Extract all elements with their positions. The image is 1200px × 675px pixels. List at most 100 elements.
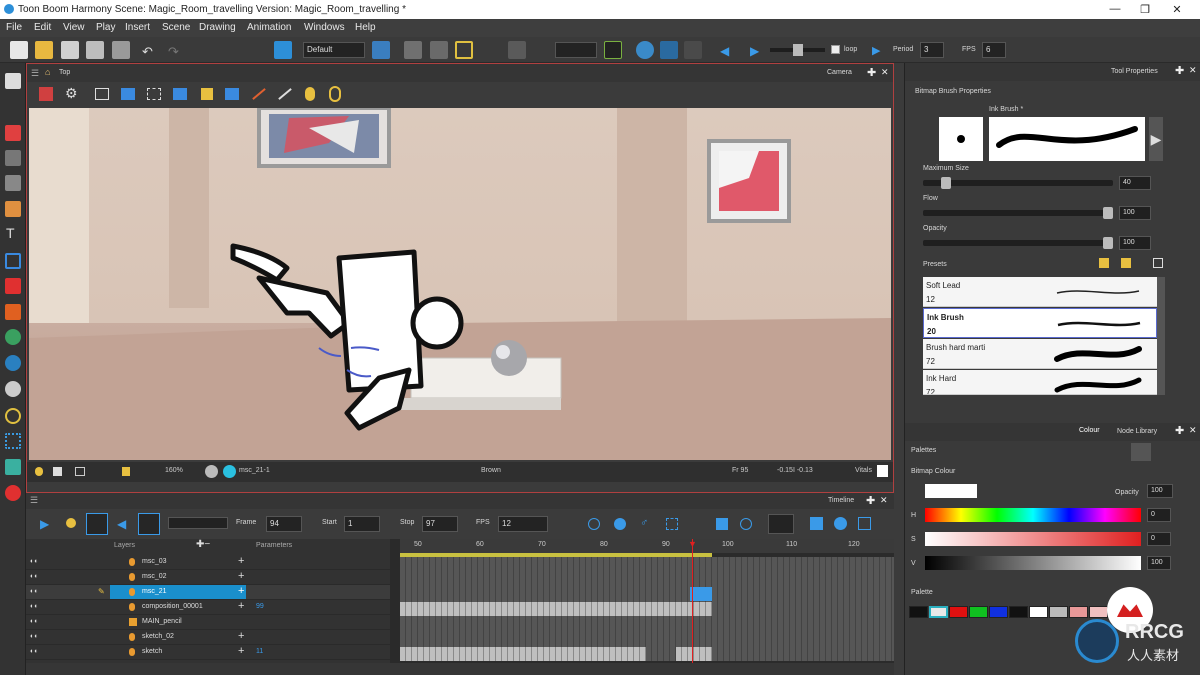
- value-input[interactable]: 100: [1147, 556, 1171, 570]
- sound-toggle-icon[interactable]: ◀: [117, 517, 126, 531]
- shade-icon[interactable]: [660, 41, 678, 59]
- hue-input[interactable]: 0: [1147, 508, 1171, 522]
- visibility-icon[interactable]: ◐◐: [30, 618, 38, 625]
- visibility-icon[interactable]: ◐◐: [30, 633, 38, 640]
- camera-view-icon[interactable]: [404, 41, 422, 59]
- transform-icon[interactable]: [508, 41, 526, 59]
- layer-name[interactable]: MAIN_pencil: [142, 618, 182, 625]
- layer-select[interactable]: [555, 42, 597, 58]
- import-icon[interactable]: [112, 41, 130, 59]
- drawing-guides-icon[interactable]: [173, 88, 187, 100]
- expand-layer-icon[interactable]: +: [238, 630, 244, 642]
- menu-insert[interactable]: Insert: [125, 22, 150, 33]
- close-colour-panel-icon[interactable]: ✕: [1189, 425, 1197, 436]
- lock-icon[interactable]: [201, 88, 213, 100]
- visibility-icon[interactable]: ◐◐: [30, 588, 38, 595]
- breadcrumb[interactable]: Top: [59, 69, 70, 76]
- max-size-input[interactable]: 40: [1119, 176, 1151, 190]
- menu-animation[interactable]: Animation: [247, 22, 291, 33]
- line-style-select[interactable]: [768, 514, 794, 534]
- tab-colour[interactable]: Colour: [1079, 427, 1100, 434]
- period-input[interactable]: 3: [920, 42, 944, 58]
- select-tool-icon[interactable]: [5, 73, 21, 89]
- fps-input[interactable]: 6: [982, 42, 1006, 58]
- opacity-input[interactable]: 100: [1119, 236, 1151, 250]
- contour-tool-icon[interactable]: [5, 329, 21, 345]
- exposure-block[interactable]: [676, 647, 712, 661]
- playhead[interactable]: [692, 539, 693, 663]
- palettes-label[interactable]: Palettes: [911, 447, 936, 454]
- onion-skin-icon[interactable]: [604, 41, 622, 59]
- close-button[interactable]: ✕: [1170, 3, 1184, 16]
- playhead-marker[interactable]: ▼: [688, 539, 697, 549]
- play-icon[interactable]: ▶: [750, 44, 759, 58]
- scene-canvas[interactable]: [29, 108, 891, 460]
- preset-item[interactable]: Brush hard marti 72: [923, 339, 1157, 369]
- show-all-icon[interactable]: [858, 517, 871, 530]
- rename-preset-icon[interactable]: [1121, 258, 1131, 268]
- preset-item[interactable]: Soft Lead 12: [923, 277, 1157, 307]
- workspace-select[interactable]: Default: [303, 42, 365, 58]
- maximize-button[interactable]: ❐: [1138, 3, 1152, 16]
- ease-icon[interactable]: [716, 518, 728, 530]
- expand-layer-icon[interactable]: +: [238, 555, 244, 567]
- layer-name[interactable]: msc_21: [142, 588, 167, 595]
- add-view-icon[interactable]: ✚: [867, 66, 876, 79]
- drawing-sub-icon[interactable]: [223, 465, 236, 478]
- tab-timeline[interactable]: Timeline: [828, 497, 854, 504]
- safe-area-icon[interactable]: [121, 88, 135, 100]
- remove-keyframe-icon[interactable]: [614, 518, 626, 530]
- view-menu-icon[interactable]: ☰: [31, 68, 39, 79]
- hue-slider[interactable]: [925, 508, 1141, 522]
- scissors-icon[interactable]: [430, 41, 448, 59]
- background-colour-swatch[interactable]: [877, 465, 888, 477]
- render-icon[interactable]: [274, 41, 292, 59]
- play-button-icon[interactable]: ▶: [40, 517, 49, 531]
- current-drawing-icon[interactable]: [205, 465, 218, 478]
- palette-swatch-selected[interactable]: [929, 606, 948, 618]
- flow-slider[interactable]: [923, 210, 1113, 216]
- frame-input[interactable]: 94: [266, 516, 302, 532]
- menu-edit[interactable]: Edit: [34, 22, 51, 33]
- layer-name[interactable]: sketch_02: [142, 633, 174, 640]
- max-size-slider[interactable]: [923, 180, 1113, 186]
- flow-knob[interactable]: [1103, 207, 1113, 219]
- layer-row[interactable]: ◐◐ sketch + 11: [26, 645, 390, 660]
- palette-swatch[interactable]: [1029, 606, 1048, 618]
- close-panel-icon[interactable]: ✕: [1189, 65, 1197, 76]
- save-icon[interactable]: [61, 41, 79, 59]
- hand-tool-icon[interactable]: [5, 381, 21, 397]
- menu-file[interactable]: File: [6, 22, 22, 33]
- paint-tool-icon[interactable]: [5, 278, 21, 294]
- start-input[interactable]: 1: [344, 516, 380, 532]
- play-loop-icon[interactable]: ▶: [872, 44, 880, 57]
- close-view-icon[interactable]: ✕: [881, 67, 889, 78]
- expand-layer-icon[interactable]: +: [238, 585, 244, 597]
- layer-list-scrollbar[interactable]: [390, 539, 400, 663]
- layer-row[interactable]: ◐◐ composition_00001 + 99: [26, 600, 390, 615]
- loop-checkbox[interactable]: [831, 45, 840, 54]
- light-table-icon[interactable]: [636, 41, 654, 59]
- layer-name[interactable]: msc_03: [142, 558, 167, 565]
- select-frame-icon[interactable]: [455, 41, 473, 59]
- eraser-tool-icon[interactable]: [5, 201, 21, 217]
- flow-input[interactable]: 100: [1119, 206, 1151, 220]
- brush-tip-preview[interactable]: [939, 117, 983, 161]
- layer-name[interactable]: msc_02: [142, 573, 167, 580]
- pencil-tool-icon[interactable]: [5, 150, 21, 166]
- visibility-icon[interactable]: ◐◐: [30, 573, 38, 580]
- group-icon[interactable]: [834, 517, 847, 530]
- expand-layer-icon[interactable]: +: [238, 570, 244, 582]
- save-as-icon[interactable]: [86, 41, 104, 59]
- stroke-icon[interactable]: [278, 88, 292, 100]
- close-timeline-icon[interactable]: ✕: [880, 495, 888, 506]
- preset-options-icon[interactable]: [1153, 258, 1163, 268]
- layer-props-icon[interactable]: [810, 517, 823, 530]
- menu-scene[interactable]: Scene: [162, 22, 190, 33]
- tab-camera[interactable]: Camera: [827, 69, 852, 76]
- line-tool-icon[interactable]: [252, 88, 266, 100]
- layer-row[interactable]: ◐◐ msc_02 +: [26, 570, 390, 585]
- preset-menu-arrow-icon[interactable]: ▶: [1149, 117, 1163, 161]
- saturation-slider[interactable]: [925, 532, 1141, 546]
- motion-keyframe-icon[interactable]: ♂: [640, 517, 648, 529]
